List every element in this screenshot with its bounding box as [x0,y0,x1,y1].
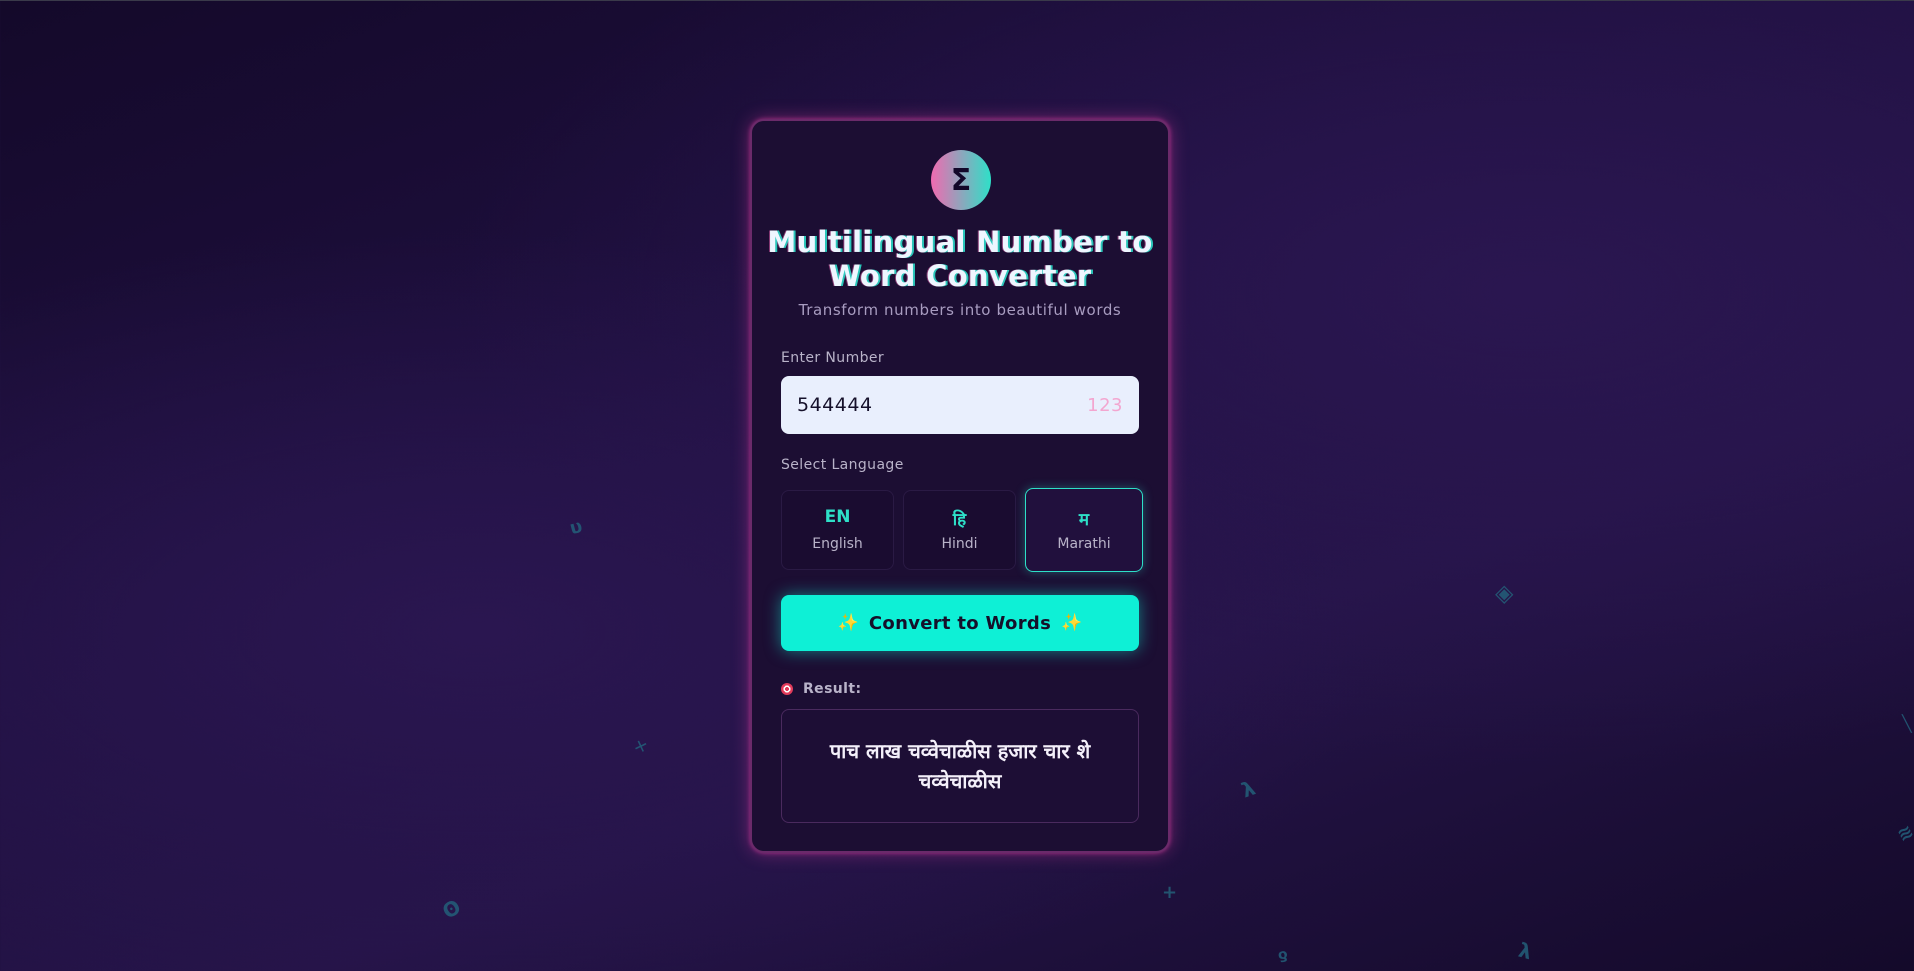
floating-glyph: λ [1238,775,1259,803]
floating-glyph: ◈ [1495,579,1514,607]
floating-glyph: ≋ [1893,820,1914,847]
language-option-english[interactable]: EN English [781,490,894,570]
floating-glyph: υ [567,515,585,540]
sparkle-icon: ✨ [837,613,859,633]
language-code: म [1078,510,1090,530]
page-subtitle: Transform numbers into beautiful words [798,301,1122,319]
result-box: पाच लाख चव्वेचाळीस हजार चार शे चव्वेचाळी… [781,709,1139,823]
sparkle-icon: ✨ [1061,613,1083,633]
convert-button-label: Convert to Words [868,612,1052,634]
page-title: Multilingual Number to Word Converter [767,225,1153,293]
language-option-hindi[interactable]: हि Hindi [903,490,1016,570]
converter-card: Σ Multilingual Number to Word Converter … [750,119,1170,853]
result-label: Result: [781,681,861,697]
language-code: EN [824,507,851,527]
language-name: Marathi [1057,536,1111,552]
number-input[interactable]: 544444 123 [781,376,1139,434]
floating-glyph: ✕ [631,735,651,758]
floating-glyph: ʘ [438,894,465,924]
floating-glyph: + [1162,882,1178,903]
result-text: पाच लाख चव्वेचाळीस हजार चार शे चव्वेचाळी… [829,739,1091,793]
language-name: English [812,536,863,552]
language-option-marathi[interactable]: म Marathi [1025,488,1143,572]
number-input-hint: 123 [1087,394,1123,416]
number-input-value[interactable]: 544444 [797,394,1087,416]
language-code: हि [952,510,967,530]
floating-glyph: ╲ [1902,714,1912,733]
sigma-logo-icon: Σ [931,150,991,210]
target-icon [781,683,793,695]
floating-glyph: ƍ [1276,946,1289,964]
language-label: Select Language [781,457,904,473]
convert-button[interactable]: ✨ Convert to Words ✨ [781,595,1139,651]
number-input-label: Enter Number [781,350,885,366]
language-name: Hindi [941,536,978,552]
floating-glyph: λ [1516,937,1535,965]
result-label-text: Result: [803,681,862,697]
